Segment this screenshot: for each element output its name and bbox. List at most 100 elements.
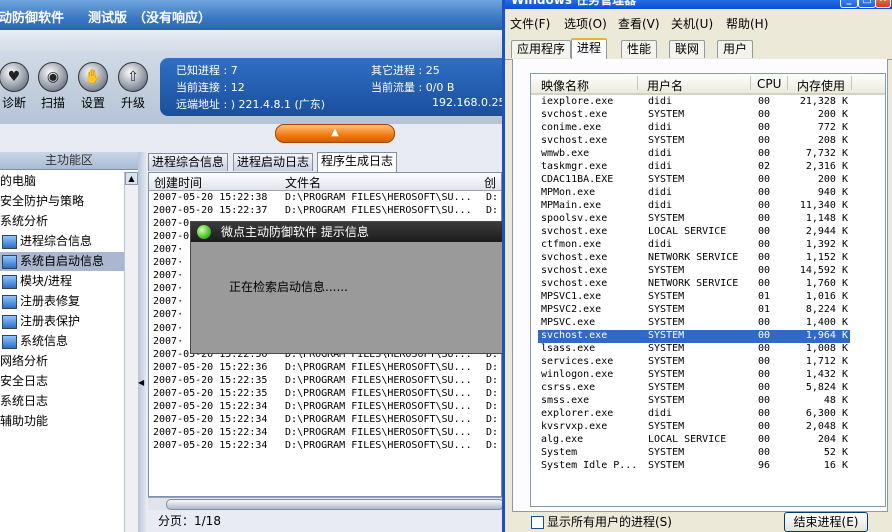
process-memory: 1,148 K <box>805 213 848 224</box>
sidebar-item[interactable]: 系统自启动信息 <box>0 252 128 271</box>
process-row[interactable]: taskmgr.exe didi 02 2,316 K <box>538 161 850 174</box>
end-process-button[interactable]: 结束进程(E) <box>784 512 868 532</box>
process-cpu: 00 <box>758 447 771 458</box>
sidebar-item-label: 进程综合信息 <box>20 234 93 248</box>
process-name: smss.exe <box>541 395 590 406</box>
sidebar-item[interactable]: 安全日志 <box>0 372 126 391</box>
process-row[interactable]: svchost.exe LOCAL SERVICE 00 2,944 K <box>538 226 850 239</box>
process-row[interactable]: smss.exe SYSTEM 00 48 K <box>538 395 850 408</box>
checkbox-box[interactable] <box>531 516 544 529</box>
column-divider[interactable] <box>851 76 852 90</box>
process-row[interactable]: csrss.exe SYSTEM 00 5,824 K <box>538 382 850 395</box>
process-row[interactable]: MPSVC2.exe SYSTEM 01 8,224 K <box>538 304 850 317</box>
column-header-memory[interactable]: 内存使用 <box>797 77 845 94</box>
app-title-bar[interactable]: 动防御软件 测试版 （没有响应） <box>0 0 502 30</box>
cell-file: D:\PROGRAM FILES\HEROSOFT\SU... <box>285 426 472 438</box>
column-header-time[interactable]: 创建时间 <box>154 174 202 191</box>
sidebar-item[interactable]: 辅助功能 <box>0 412 126 431</box>
menu-shutdown[interactable]: 关机(U) <box>671 15 713 32</box>
process-row[interactable]: MPSVC1.exe SYSTEM 01 1,016 K <box>538 291 850 304</box>
dialog-title-bar[interactable]: 微点主动防御软件 提示信息 <box>191 222 502 242</box>
minimize-icon[interactable]: _ <box>840 0 858 8</box>
horizontal-scroll-thumb[interactable] <box>166 499 502 510</box>
tab-performance[interactable]: 性能 <box>621 40 658 58</box>
column-header-image-name[interactable]: 映像名称 <box>541 77 589 94</box>
panel-splitter[interactable]: ◀ <box>138 152 146 532</box>
tab-networking[interactable]: 联网 <box>669 40 706 58</box>
upgrade-button[interactable]: ⇧ 升级 <box>112 62 154 111</box>
sidebar-item[interactable]: 注册表保护 <box>0 312 128 331</box>
process-name: ctfmon.exe <box>541 239 602 250</box>
process-row[interactable]: alg.exe LOCAL SERVICE 00 204 K <box>538 434 850 447</box>
column-header-user[interactable]: 用户名 <box>647 77 683 94</box>
menu-file[interactable]: 文件(F) <box>510 15 550 32</box>
process-name: svchost.exe <box>541 265 608 276</box>
sidebar-item[interactable]: 安全防护与策略 <box>0 192 126 211</box>
process-list: 映像名称 用户名 CPU 内存使用 iexplore.exe didi 00 21,3… <box>530 73 886 507</box>
process-name: MPSVC1.exe <box>541 291 602 302</box>
process-memory: 1,016 K <box>805 291 848 302</box>
process-row[interactable]: iexplore.exe didi 00 21,328 K <box>538 96 850 109</box>
task-manager-title-bar[interactable]: Windows 任务管理器 _ □ ✕ <box>505 0 892 9</box>
close-icon[interactable]: ✕ <box>875 0 891 8</box>
column-header-file[interactable]: 文件名 <box>285 174 321 191</box>
process-row[interactable]: MPMon.exe didi 00 940 K <box>538 187 850 200</box>
process-row[interactable]: conime.exe didi 00 772 K <box>538 122 850 135</box>
process-row[interactable]: svchost.exe NETWORK SERVICE 00 1,760 K <box>538 278 850 291</box>
settings-button[interactable]: ✋ 设置 <box>72 62 114 111</box>
sidebar-item[interactable]: 系统分析 <box>0 212 126 231</box>
sidebar-item[interactable]: 模块/进程 <box>0 272 128 291</box>
process-row[interactable]: svchost.exe SYSTEM 00 14,592 K <box>538 265 850 278</box>
menu-view[interactable]: 查看(V) <box>618 15 660 32</box>
sidebar-item[interactable]: 系统信息 <box>0 332 128 351</box>
column-header-3[interactable]: 创 <box>484 174 496 191</box>
process-row[interactable]: svchost.exe NETWORK SERVICE 00 1,152 K <box>538 252 850 265</box>
tab-program-log[interactable]: 程序生成日志 <box>317 152 398 172</box>
process-row[interactable]: MPSVC.exe SYSTEM 00 1,400 K <box>538 317 850 330</box>
tab-process-info[interactable]: 进程综合信息 <box>148 153 229 171</box>
process-row[interactable]: svchost.exe SYSTEM 00 1,964 K <box>538 330 850 343</box>
process-row[interactable]: svchost.exe SYSTEM 00 200 K <box>538 109 850 122</box>
scroll-up-icon[interactable]: ▲ <box>125 172 138 185</box>
process-row[interactable]: explorer.exe didi 00 6,300 K <box>538 408 850 421</box>
sidebar-item[interactable]: 的电脑 <box>0 172 126 191</box>
process-row[interactable]: System SYSTEM 00 52 K <box>538 447 850 460</box>
tab-users[interactable]: 用户 <box>717 40 754 58</box>
sidebar-item[interactable]: 注册表修复 <box>0 292 128 311</box>
tab-startup-log[interactable]: 进程启动日志 <box>233 153 314 171</box>
process-row[interactable]: wmwb.exe didi 00 7,732 K <box>538 148 850 161</box>
process-memory: 1,964 K <box>805 330 848 341</box>
sidebar-item[interactable]: 系统日志 <box>0 392 126 411</box>
menu-help[interactable]: 帮助(H) <box>726 15 768 32</box>
process-row[interactable]: MPMain.exe didi 00 11,340 K <box>538 200 850 213</box>
cell-time: 2007-05-20 15:22:34 <box>153 400 268 412</box>
column-divider[interactable] <box>787 76 788 90</box>
sidebar-item[interactable]: 进程综合信息 <box>0 232 128 251</box>
column-header-cpu[interactable]: CPU <box>757 77 781 91</box>
collapse-toggle-button[interactable]: ▲ <box>275 124 395 143</box>
process-row[interactable]: kvsrvxp.exe SYSTEM 00 2,048 K <box>538 421 850 434</box>
maximize-icon[interactable]: □ <box>858 0 876 8</box>
collapse-left-icon[interactable]: ◀ <box>138 378 144 387</box>
process-row[interactable]: winlogon.exe SYSTEM 00 1,432 K <box>538 369 850 382</box>
diagnose-button[interactable]: ♥ 诊断 <box>0 62 35 111</box>
scan-button[interactable]: ◉ 扫描 <box>32 62 74 111</box>
sidebar-item[interactable]: 网络分析 <box>0 352 126 371</box>
process-row[interactable]: svchost.exe SYSTEM 00 208 K <box>538 135 850 148</box>
show-all-users-checkbox[interactable]: 显示所有用户的进程(S) <box>531 513 672 530</box>
process-row[interactable]: services.exe SYSTEM 00 1,712 K <box>538 356 850 369</box>
menu-options[interactable]: 选项(O) <box>564 15 607 32</box>
sidebar-scrollbar[interactable]: ▲ <box>124 172 138 532</box>
process-row[interactable]: System Idle P... SYSTEM 96 16 K <box>538 460 850 473</box>
tab-applications[interactable]: 应用程序 <box>511 40 572 58</box>
defense-app-window: 动防御软件 测试版 （没有响应） ♥ 诊断 ◉ 扫描 ✋ 设置 ⇧ 升级 已知进… <box>0 0 502 532</box>
cell-time: 2007-05-20 15:22:34 <box>153 439 268 451</box>
process-row[interactable]: lsass.exe SYSTEM 00 1,008 K <box>538 343 850 356</box>
process-row[interactable]: CDAC11BA.EXE SYSTEM 00 200 K <box>538 174 850 187</box>
column-divider[interactable] <box>750 76 751 90</box>
process-row[interactable]: spoolsv.exe SYSTEM 00 1,148 K <box>538 213 850 226</box>
process-row[interactable]: ctfmon.exe didi 00 1,392 K <box>538 239 850 252</box>
process-user: didi <box>648 187 673 198</box>
column-divider[interactable] <box>637 76 638 90</box>
tab-processes[interactable]: 进程 <box>571 38 608 60</box>
